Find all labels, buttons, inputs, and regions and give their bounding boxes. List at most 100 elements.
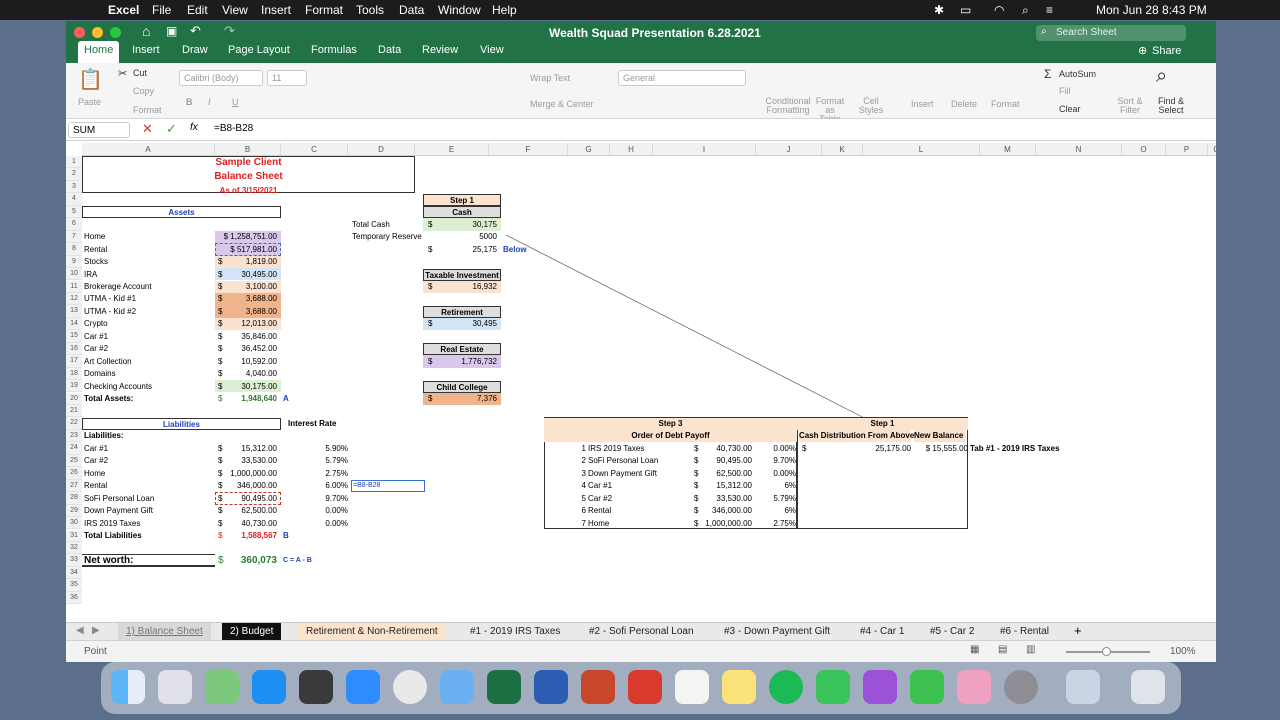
stocks-icon[interactable]: [675, 670, 709, 704]
copy-button[interactable]: Copy: [133, 86, 154, 96]
zoom-button[interactable]: [110, 27, 121, 38]
liability-value[interactable]: 33,530.00: [215, 455, 277, 467]
save-icon[interactable]: ▣: [166, 24, 177, 38]
menu-window[interactable]: Window: [438, 3, 481, 17]
payoff-order[interactable]: 2: [556, 455, 586, 467]
sheet-tab-balance[interactable]: 1) Balance Sheet: [118, 623, 211, 641]
sheet-tab-car2[interactable]: #5 - Car 2: [922, 623, 982, 641]
cash-label[interactable]: Cash: [423, 206, 501, 219]
font-size-select[interactable]: 11: [267, 70, 307, 86]
header-title[interactable]: Sample Client: [82, 157, 415, 169]
category-value[interactable]: 7,376: [423, 393, 497, 405]
asset-label[interactable]: UTMA - Kid #1: [84, 293, 214, 305]
payoff-amount[interactable]: 40,730.00: [690, 443, 752, 455]
step3-subtitle[interactable]: Order of Debt Payoff: [544, 430, 797, 443]
step1-label[interactable]: Step 1: [423, 193, 501, 206]
interest-rate[interactable]: 9.70%: [282, 493, 348, 505]
liability-label[interactable]: Car #1: [84, 443, 214, 455]
payoff-debt[interactable]: Home: [588, 518, 688, 530]
tab-review[interactable]: Review: [422, 41, 458, 63]
assets-title[interactable]: Assets: [82, 206, 281, 219]
wifi-icon[interactable]: ◠: [994, 3, 1004, 17]
payoff-rate[interactable]: 0.00%: [756, 443, 796, 455]
payoff-amount[interactable]: 62,500.00: [690, 468, 752, 480]
delete-cells-button[interactable]: Delete: [951, 99, 977, 109]
asset-label[interactable]: Domains: [84, 368, 214, 380]
payoff-debt[interactable]: Down Payment Gift: [588, 468, 688, 480]
tab-draw[interactable]: Draw: [182, 41, 208, 63]
sheet-tab-down-payment[interactable]: #3 - Down Payment Gift: [716, 623, 838, 641]
interest-rate[interactable]: 2.75%: [282, 468, 348, 480]
asset-label[interactable]: Brokerage Account: [84, 281, 214, 293]
tab-home[interactable]: Home: [78, 41, 120, 63]
payoff-amount[interactable]: 90,495.00: [690, 455, 752, 467]
category-box-title[interactable]: Child College: [423, 380, 501, 393]
cash-total[interactable]: 30,175: [423, 219, 497, 231]
asset-label[interactable]: Rental: [84, 244, 214, 256]
number-format-select[interactable]: General: [618, 70, 746, 86]
battery-icon[interactable]: ▭: [960, 3, 971, 17]
total-cash-label[interactable]: Total Cash: [352, 219, 422, 231]
home-icon[interactable]: ⌂: [142, 23, 150, 39]
prev-sheet-icon[interactable]: ◀: [76, 625, 84, 636]
interest-rate[interactable]: 0.00%: [282, 518, 348, 530]
cash-reserve[interactable]: 5000: [423, 231, 497, 243]
zoom-slider-thumb[interactable]: [1102, 647, 1111, 656]
payoff-amount[interactable]: 15,312.00: [690, 480, 752, 492]
enter-icon[interactable]: ✓: [166, 121, 177, 137]
undo-icon[interactable]: ↶: [190, 23, 201, 39]
search-sheet-box[interactable]: ⌕ Search Sheet: [1036, 25, 1186, 41]
tab-page-layout[interactable]: Page Layout: [228, 41, 290, 63]
underline-button[interactable]: U: [232, 97, 239, 107]
font-name-select[interactable]: Calibri (Body): [179, 70, 263, 86]
pdf-icon[interactable]: [628, 670, 662, 704]
header-date[interactable]: As of 3/15/2021: [82, 185, 415, 197]
bluetooth-icon[interactable]: ✱: [934, 3, 944, 17]
word-icon[interactable]: [534, 670, 568, 704]
merge-center-button[interactable]: Merge & Center: [530, 99, 594, 109]
total-assets-label[interactable]: Total Assets:: [84, 393, 214, 405]
asset-value[interactable]: 4,040.00: [215, 368, 277, 380]
total-assets-tag[interactable]: A: [283, 393, 303, 405]
asset-label[interactable]: Art Collection: [84, 356, 214, 368]
calculator-icon[interactable]: [299, 670, 333, 704]
asset-value[interactable]: 10,592.00: [215, 356, 277, 368]
payoff-debt[interactable]: Rental: [588, 505, 688, 517]
step1b-new-balance[interactable]: $ 15,555.00: [916, 443, 968, 455]
system-preferences-icon[interactable]: [1004, 670, 1038, 704]
menu-edit[interactable]: Edit: [187, 3, 208, 17]
payoff-debt[interactable]: Car #2: [588, 493, 688, 505]
normal-view-icon[interactable]: ▦: [970, 644, 979, 655]
category-box-title[interactable]: Real Estate: [423, 343, 501, 356]
asset-label[interactable]: Car #2: [84, 343, 214, 355]
payoff-order[interactable]: 7: [556, 518, 586, 530]
asset-label[interactable]: Car #1: [84, 331, 214, 343]
temporary-reserve-label[interactable]: Temporary Reserve: [352, 231, 422, 243]
networth-tag[interactable]: C = A - B: [283, 555, 343, 567]
menu-help[interactable]: Help: [492, 3, 517, 17]
cut-button[interactable]: Cut: [133, 68, 147, 78]
redo-icon[interactable]: ↷: [224, 23, 235, 39]
add-sheet-icon[interactable]: +: [1074, 623, 1082, 638]
page-layout-view-icon[interactable]: ▤: [998, 644, 1007, 655]
interest-rate[interactable]: 5.90%: [282, 443, 348, 455]
payoff-rate[interactable]: 6%: [756, 480, 796, 492]
clear-button[interactable]: Clear: [1059, 104, 1081, 114]
asset-label[interactable]: IRA: [84, 269, 214, 281]
zoom-slider[interactable]: [1066, 647, 1150, 656]
liability-value[interactable]: 1,000,000.00: [215, 468, 277, 480]
cell-styles-button[interactable]: Cell Styles: [858, 97, 884, 115]
paste-icon[interactable]: 📋: [78, 67, 103, 92]
chrome-icon[interactable]: [393, 670, 427, 704]
payoff-order[interactable]: 5: [556, 493, 586, 505]
liability-label[interactable]: Car #2: [84, 455, 214, 467]
conditional-formatting-button[interactable]: Conditional Formatting: [762, 97, 814, 115]
sheet-tab-irs[interactable]: #1 - 2019 IRS Taxes: [462, 623, 568, 641]
interest-rate[interactable]: 6.00%: [282, 480, 348, 492]
asset-value[interactable]: 3,688.00: [215, 293, 277, 305]
formula-input[interactable]: =B8-B28: [214, 123, 253, 134]
menu-view[interactable]: View: [222, 3, 248, 17]
tab-data[interactable]: Data: [378, 41, 401, 63]
category-value[interactable]: 16,932: [423, 281, 497, 293]
asset-label[interactable]: Crypto: [84, 318, 214, 330]
